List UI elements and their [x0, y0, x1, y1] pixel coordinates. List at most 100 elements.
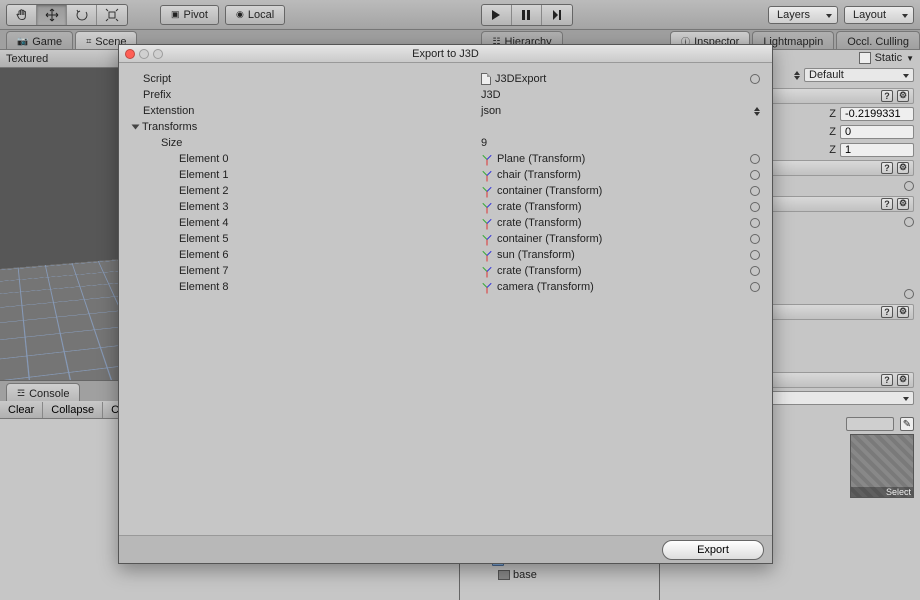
rotation-z-input[interactable] — [840, 125, 914, 139]
tree-item-base[interactable]: base — [466, 568, 653, 582]
texture-thumbnail[interactable]: Select — [850, 434, 914, 498]
gear-icon[interactable] — [897, 162, 909, 174]
layers-dropdown[interactable]: Layers — [768, 6, 838, 24]
object-picker-icon[interactable] — [904, 181, 914, 191]
size-value: 9 — [481, 137, 487, 149]
scale-z-input[interactable] — [840, 143, 914, 157]
prop-label: Element 6 — [131, 249, 481, 261]
local-label: Local — [248, 9, 274, 21]
prop-value[interactable]: J3D — [481, 89, 760, 101]
prop-value[interactable]: J3DExport — [481, 73, 760, 85]
hand-tool[interactable] — [7, 5, 37, 25]
layout-label: Layout — [853, 9, 886, 21]
help-icon[interactable]: ? — [881, 162, 893, 174]
enum-arrows-icon[interactable] — [754, 107, 760, 116]
minimize-icon[interactable] — [139, 49, 149, 59]
prop-label: Element 7 — [131, 265, 481, 277]
help-icon[interactable]: ? — [881, 90, 893, 102]
close-icon[interactable] — [125, 49, 135, 59]
prop-value[interactable]: crate (Transform) — [481, 217, 760, 229]
render-mode-dropdown[interactable]: Textured — [6, 53, 48, 65]
gear-icon[interactable] — [897, 90, 909, 102]
transform-icon — [481, 281, 493, 293]
object-picker-icon[interactable] — [750, 234, 760, 244]
element-value: container (Transform) — [497, 185, 602, 197]
help-icon[interactable]: ? — [881, 198, 893, 210]
transform-icon — [481, 233, 493, 245]
prop-transforms[interactable]: Transforms — [127, 119, 764, 135]
static-dropdown-icon[interactable]: ▼ — [906, 54, 914, 63]
script-icon — [481, 73, 491, 85]
object-picker-icon[interactable] — [904, 217, 914, 227]
object-picker-icon[interactable] — [750, 170, 760, 180]
tab-console[interactable]: ☲Console — [6, 383, 80, 401]
layout-dropdown[interactable]: Layout — [844, 6, 914, 24]
prop-element-0: Element 0Plane (Transform) — [127, 151, 764, 167]
layer-label-updown-icon — [794, 71, 800, 80]
prop-label: Element 2 — [131, 185, 481, 197]
prop-value[interactable]: crate (Transform) — [481, 201, 760, 213]
tab-occlusion-label: Occl. Culling — [847, 36, 909, 48]
modal-titlebar[interactable]: Export to J3D — [119, 45, 772, 63]
export-button[interactable]: Export — [662, 540, 764, 560]
zoom-icon[interactable] — [153, 49, 163, 59]
pause-button[interactable] — [512, 5, 542, 25]
color-picker-icon[interactable]: ✎ — [900, 417, 914, 431]
prop-value[interactable]: container (Transform) — [481, 185, 760, 197]
object-picker-icon[interactable] — [750, 74, 760, 84]
help-icon[interactable]: ? — [881, 374, 893, 386]
object-picker-icon[interactable] — [750, 266, 760, 276]
prop-element-5: Element 5container (Transform) — [127, 231, 764, 247]
object-picker-icon[interactable] — [750, 186, 760, 196]
prop-value[interactable]: container (Transform) — [481, 233, 760, 245]
play-button[interactable] — [482, 5, 512, 25]
transform-icon — [481, 217, 493, 229]
element-value: container (Transform) — [497, 233, 602, 245]
object-picker-icon[interactable] — [750, 154, 760, 164]
object-picker-icon[interactable] — [750, 282, 760, 292]
object-picker-icon[interactable] — [750, 250, 760, 260]
prop-value[interactable]: sun (Transform) — [481, 249, 760, 261]
tree-label: base — [513, 569, 537, 581]
step-button[interactable] — [542, 5, 572, 25]
static-label: Static — [875, 52, 903, 64]
layer-select[interactable]: Default — [804, 68, 914, 82]
window-controls — [119, 49, 163, 59]
pivot-toggle[interactable]: ▣Pivot — [160, 5, 219, 25]
object-picker-icon[interactable] — [750, 202, 760, 212]
move-tool[interactable] — [37, 5, 67, 25]
console-collapse-button[interactable]: Collapse — [43, 402, 103, 418]
prop-value[interactable]: camera (Transform) — [481, 281, 760, 293]
console-clear-button[interactable]: Clear — [0, 402, 43, 418]
gear-icon[interactable] — [897, 198, 909, 210]
transform-icon — [481, 153, 493, 165]
transform-icon — [481, 185, 493, 197]
tab-game[interactable]: 📷 Game — [6, 31, 73, 49]
prop-value[interactable]: 9 — [481, 137, 760, 149]
object-picker-icon[interactable] — [904, 289, 914, 299]
prop-value[interactable]: crate (Transform) — [481, 265, 760, 277]
prop-element-4: Element 4crate (Transform) — [127, 215, 764, 231]
prop-value[interactable]: Plane (Transform) — [481, 153, 760, 165]
help-icon[interactable]: ? — [881, 306, 893, 318]
position-z-input[interactable] — [840, 107, 914, 121]
gear-icon[interactable] — [897, 374, 909, 386]
rotate-tool[interactable] — [67, 5, 97, 25]
color-swatch[interactable] — [846, 417, 894, 431]
prop-size: Size 9 — [127, 135, 764, 151]
prop-label: Element 1 — [131, 169, 481, 181]
transform-icon — [481, 265, 493, 277]
gear-icon[interactable] — [897, 306, 909, 318]
local-toggle[interactable]: ◉Local — [225, 5, 285, 25]
tab-occlusion[interactable]: Occl. Culling — [836, 31, 920, 49]
prop-value[interactable]: chair (Transform) — [481, 169, 760, 181]
tab-game-label: Game — [32, 36, 62, 48]
camera-icon: 📷 — [17, 36, 28, 47]
prop-value[interactable]: json — [481, 105, 760, 117]
extension-value: json — [481, 105, 501, 117]
static-checkbox[interactable] — [859, 52, 871, 64]
scale-tool[interactable] — [97, 5, 127, 25]
object-picker-icon[interactable] — [750, 218, 760, 228]
axis-label: Z — [829, 144, 836, 156]
prop-label: Element 4 — [131, 217, 481, 229]
